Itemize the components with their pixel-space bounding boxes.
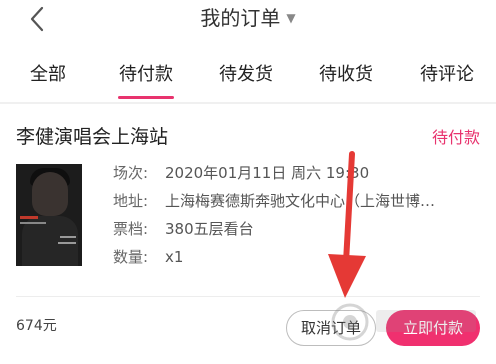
poster-text-mark [20, 222, 46, 224]
poster-text-mark [58, 242, 76, 244]
field-value: 380五层看台 [165, 220, 254, 238]
field-label: 场次: [113, 164, 149, 182]
tab-label: 待收货 [319, 64, 373, 85]
tab-label: 待发货 [219, 64, 273, 85]
tab-label: 待评论 [420, 64, 474, 85]
order-total: 674元 [16, 318, 57, 334]
tab-active-indicator [118, 96, 174, 99]
poster-face-shape [32, 172, 68, 216]
tab-pending-payment[interactable]: 待付款 [112, 58, 180, 100]
tab-label: 待付款 [119, 64, 173, 85]
caret-down-icon: ▼ [286, 10, 296, 25]
tab-pending-shipment[interactable]: 待发货 [212, 58, 280, 100]
tab-pending-review[interactable]: 待评论 [412, 58, 482, 100]
field-label: 数量: [113, 248, 149, 266]
page-title: 我的订单 [200, 6, 281, 30]
field-label: 票档: [113, 220, 149, 238]
order-status-badge: 待付款 [431, 128, 480, 147]
order-status-tabs: 全部 待付款 待发货 待收货 待评论 [0, 58, 496, 100]
page-title-dropdown[interactable]: 我的订单 ▼ [0, 4, 496, 34]
poster-text-mark [20, 216, 38, 219]
tab-label: 全部 [30, 64, 66, 85]
poster-text-mark [60, 236, 76, 238]
event-poster-image[interactable] [16, 164, 82, 266]
tab-all[interactable]: 全部 [18, 58, 78, 100]
field-value: x1 [165, 248, 184, 266]
address-row: 地址: 上海梅赛德斯奔驰文化中心（上海世博… [113, 188, 435, 214]
field-label: 地址: [113, 192, 149, 210]
tab-pending-receipt[interactable]: 待收货 [312, 58, 380, 100]
order-title[interactable]: 李健演唱会上海站 [16, 124, 168, 150]
divider [0, 102, 496, 104]
ticket-tier-row: 票档: 380五层看台 [113, 216, 254, 242]
annotation-arrow [328, 151, 366, 298]
field-value: 上海梅赛德斯奔驰文化中心（上海世博… [165, 192, 436, 210]
app-header: 我的订单 ▼ [0, 0, 496, 44]
quantity-row: 数量: x1 [113, 244, 183, 270]
